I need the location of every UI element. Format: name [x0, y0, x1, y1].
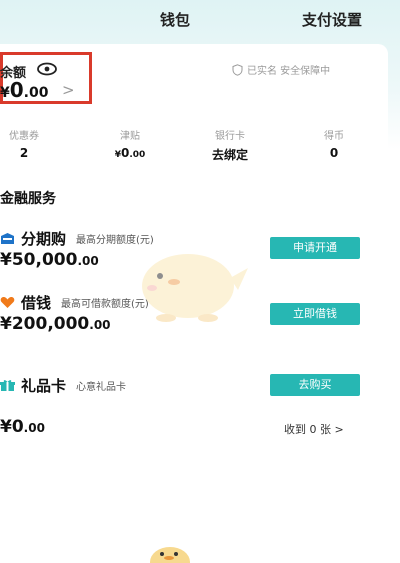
loan-amount-dec: .00 [89, 318, 111, 332]
pay-settings-link[interactable]: 支付设置 [302, 9, 362, 30]
stat-value: 去绑定 [211, 148, 248, 162]
loan-amount-int: ¥200,000 [0, 314, 90, 334]
gift-card-title: 礼品卡 心意礼品卡 [0, 375, 126, 396]
installment-name: 分期购 [21, 230, 67, 248]
loan-title: 借钱 最高可借款额度(元) [0, 292, 149, 313]
heart-icon [0, 296, 15, 308]
security-text: 已实名 安全保障中 [247, 66, 331, 77]
eye-icon[interactable] [36, 62, 58, 76]
stat-bank-card[interactable]: 银行卡 去绑定 [190, 127, 270, 163]
stat-label: 津贴 [120, 131, 140, 142]
gift-card-name: 礼品卡 [21, 377, 67, 395]
balance-amount[interactable]: ¥0.00 [0, 78, 48, 102]
loan-name: 借钱 [21, 294, 52, 312]
gift-cards-received-link[interactable]: 收到 0 张 > [284, 421, 344, 437]
balance-arrow-icon[interactable]: > [62, 81, 75, 99]
gift-card-amount-dec: .00 [23, 421, 45, 435]
buy-gift-card-button[interactable]: 去购买 [270, 374, 360, 396]
balance-amount-int: 0 [9, 78, 24, 102]
stat-label: 得币 [324, 131, 344, 142]
stats-row: 优惠券 2 津贴 ¥0.00 银行卡 去绑定 得币 0 [0, 127, 400, 167]
loan-amount: ¥200,000.00 [0, 314, 111, 334]
header: 钱包 支付设置 [0, 0, 400, 40]
stat-coins[interactable]: 得币 0 [294, 127, 374, 160]
stat-value: ¥0.00 [90, 146, 170, 160]
security-status: 已实名 安全保障中 [232, 62, 330, 77]
stat-value: 0 [329, 146, 339, 160]
stat-label: 银行卡 [215, 131, 245, 142]
gift-icon [0, 380, 15, 391]
installment-amount: ¥50,000.00 [0, 250, 99, 270]
stat-value-dec: .00 [129, 150, 146, 160]
mascot-icon [150, 547, 190, 563]
apply-installment-button[interactable]: 申请开通 [270, 237, 360, 259]
balance-currency: ¥ [0, 85, 10, 101]
card-icon [1, 233, 14, 244]
balance-amount-dec: .00 [23, 85, 49, 101]
borrow-now-button[interactable]: 立即借钱 [270, 303, 360, 325]
gift-card-amount: ¥0.00 [0, 417, 45, 437]
stat-allowance[interactable]: 津贴 ¥0.00 [90, 127, 170, 160]
installment-amount-dec: .00 [77, 254, 99, 268]
stat-value: 2 [19, 146, 29, 160]
page-title: 钱包 [160, 11, 191, 29]
mascot-icon [142, 254, 248, 322]
gift-card-desc: 心意礼品卡 [76, 382, 127, 393]
stat-coupons[interactable]: 优惠券 2 [0, 127, 64, 160]
finance-section-title: 金融服务 [0, 191, 56, 207]
gift-card-amount-int: ¥0 [0, 417, 24, 437]
stat-label: 优惠券 [9, 131, 39, 142]
shield-icon [232, 63, 243, 76]
installment-amount-int: ¥50,000 [0, 250, 78, 270]
